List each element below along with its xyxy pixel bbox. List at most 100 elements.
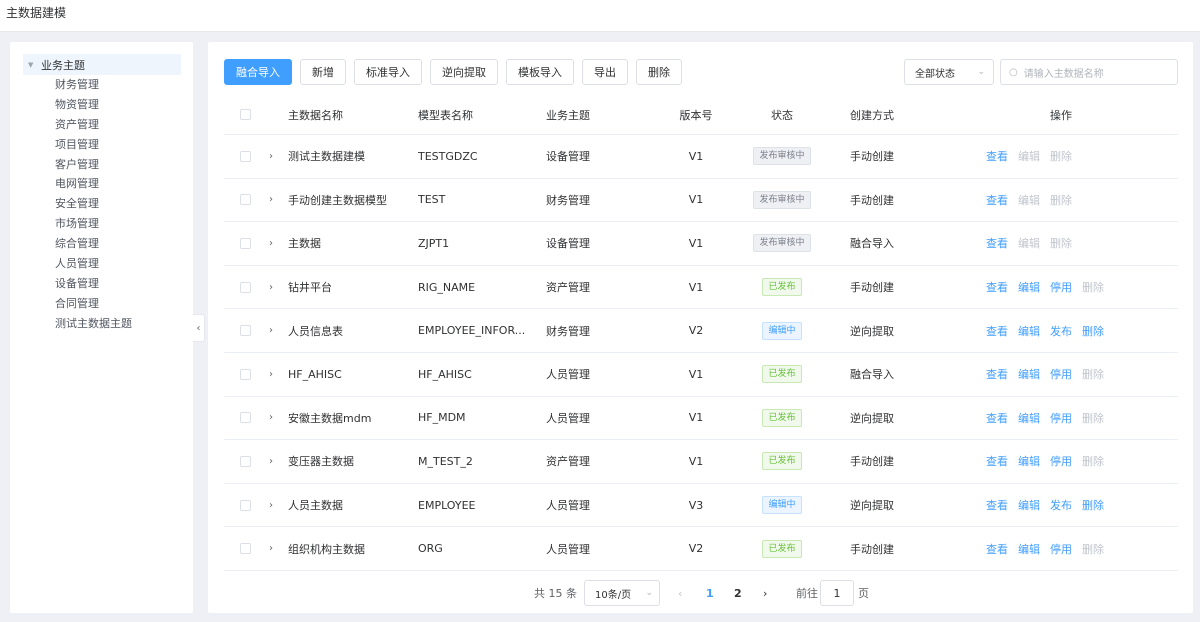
row-create-method: 融合导入 — [850, 237, 894, 251]
expand-row-icon[interactable]: › — [269, 282, 273, 293]
pagination: 共 15 条 10条/页 ⌄ ‹ 1 2 › 前往 1 页 — [208, 580, 1193, 606]
sidebar-collapse-button[interactable]: ‹ — [193, 314, 205, 342]
publish-link[interactable]: 发布 — [1050, 323, 1072, 339]
publish-link[interactable]: 发布 — [1050, 497, 1072, 513]
status-filter-select[interactable]: 全部状态 ⌄ — [904, 59, 994, 85]
delete-button[interactable]: 删除 — [636, 59, 682, 85]
view-link[interactable]: 查看 — [986, 279, 1008, 295]
row-checkbox[interactable] — [240, 499, 251, 511]
sidebar-item[interactable]: 项目管理 — [10, 135, 193, 155]
disable-link[interactable]: 停用 — [1050, 541, 1072, 557]
row-table-name: EMPLOYEE_INFOR... — [418, 324, 526, 338]
edit-link[interactable]: 编辑 — [1018, 148, 1040, 164]
disable-link[interactable]: 停用 — [1050, 410, 1072, 426]
edit-link[interactable]: 编辑 — [1018, 541, 1040, 557]
edit-link[interactable]: 编辑 — [1018, 235, 1040, 251]
edit-link[interactable]: 编辑 — [1018, 192, 1040, 208]
edit-link[interactable]: 编辑 — [1018, 323, 1040, 339]
edit-link[interactable]: 编辑 — [1018, 410, 1040, 426]
view-link[interactable]: 查看 — [986, 541, 1008, 557]
view-link[interactable]: 查看 — [986, 497, 1008, 513]
status-badge: 已发布 — [762, 452, 802, 471]
expand-row-icon[interactable]: › — [269, 194, 273, 205]
row-checkbox[interactable] — [240, 237, 251, 249]
expand-row-icon[interactable]: › — [269, 151, 273, 162]
tree-root-business-theme[interactable]: ▼ 业务主题 — [23, 54, 181, 75]
sidebar-item[interactable]: 设备管理 — [10, 274, 193, 294]
standard-import-button[interactable]: 标准导入 — [354, 59, 422, 85]
column-header-theme: 业务主题 — [546, 108, 590, 122]
row-status: 已发布 — [746, 452, 818, 471]
sidebar-item[interactable]: 市场管理 — [10, 214, 193, 234]
row-checkbox[interactable] — [240, 325, 251, 337]
view-link[interactable]: 查看 — [986, 192, 1008, 208]
edit-link[interactable]: 编辑 — [1018, 366, 1040, 382]
delete-link[interactable]: 删除 — [1050, 192, 1072, 208]
row-checkbox[interactable] — [240, 194, 251, 206]
edit-link[interactable]: 编辑 — [1018, 497, 1040, 513]
row-checkbox[interactable] — [240, 150, 251, 162]
row-theme: 人员管理 — [546, 499, 590, 513]
row-checkbox[interactable] — [240, 368, 251, 380]
delete-link[interactable]: 删除 — [1082, 541, 1104, 557]
sidebar-item[interactable]: 物资管理 — [10, 95, 193, 115]
sidebar-item[interactable]: 电网管理 — [10, 174, 193, 194]
row-version: V1 — [688, 236, 704, 250]
page-button-1[interactable]: 1 — [706, 580, 714, 606]
sidebar-item[interactable]: 财务管理 — [10, 75, 193, 95]
delete-link[interactable]: 删除 — [1082, 366, 1104, 382]
page-button-2[interactable]: 2 — [734, 580, 742, 606]
expand-row-icon[interactable]: › — [269, 238, 273, 249]
merge-import-button[interactable]: 融合导入 — [224, 59, 292, 85]
goto-page-input[interactable]: 1 — [820, 580, 854, 606]
view-link[interactable]: 查看 — [986, 366, 1008, 382]
delete-link[interactable]: 删除 — [1082, 410, 1104, 426]
delete-link[interactable]: 删除 — [1082, 497, 1104, 513]
row-create-method: 逆向提取 — [850, 324, 894, 338]
row-version: V1 — [688, 193, 704, 207]
expand-row-icon[interactable]: › — [269, 412, 273, 423]
row-checkbox[interactable] — [240, 455, 251, 467]
edit-link[interactable]: 编辑 — [1018, 453, 1040, 469]
sidebar-item[interactable]: 资产管理 — [10, 115, 193, 135]
next-page-button[interactable]: › — [763, 580, 767, 606]
export-button[interactable]: 导出 — [582, 59, 628, 85]
row-checkbox[interactable] — [240, 281, 251, 293]
expand-row-icon[interactable]: › — [269, 369, 273, 380]
view-link[interactable]: 查看 — [986, 323, 1008, 339]
expand-row-icon[interactable]: › — [269, 325, 273, 336]
view-link[interactable]: 查看 — [986, 453, 1008, 469]
template-import-button[interactable]: 模板导入 — [506, 59, 574, 85]
add-button[interactable]: 新增 — [300, 59, 346, 85]
edit-link[interactable]: 编辑 — [1018, 279, 1040, 295]
delete-link[interactable]: 删除 — [1050, 148, 1072, 164]
expand-row-icon[interactable]: › — [269, 543, 273, 554]
prev-page-button[interactable]: ‹ — [678, 580, 682, 606]
page-size-select[interactable]: 10条/页 ⌄ — [584, 580, 660, 606]
row-checkbox[interactable] — [240, 543, 251, 555]
disable-link[interactable]: 停用 — [1050, 279, 1072, 295]
delete-link[interactable]: 删除 — [1082, 279, 1104, 295]
row-checkbox[interactable] — [240, 412, 251, 424]
row-status: 发布审核中 — [746, 190, 818, 209]
delete-link[interactable]: 删除 — [1050, 235, 1072, 251]
sidebar-item[interactable]: 测试主数据主题 — [10, 314, 193, 334]
view-link[interactable]: 查看 — [986, 410, 1008, 426]
sidebar-item[interactable]: 客户管理 — [10, 155, 193, 175]
sidebar-item[interactable]: 合同管理 — [10, 294, 193, 314]
delete-link[interactable]: 删除 — [1082, 323, 1104, 339]
expand-row-icon[interactable]: › — [269, 500, 273, 511]
reverse-extract-button[interactable]: 逆向提取 — [430, 59, 498, 85]
disable-link[interactable]: 停用 — [1050, 366, 1072, 382]
expand-row-icon[interactable]: › — [269, 456, 273, 467]
caret-down-icon[interactable]: ▼ — [28, 61, 36, 69]
search-input[interactable]: ○ 请输入主数据名称 — [1000, 59, 1178, 85]
sidebar-item[interactable]: 人员管理 — [10, 254, 193, 274]
sidebar-item[interactable]: 安全管理 — [10, 194, 193, 214]
view-link[interactable]: 查看 — [986, 235, 1008, 251]
disable-link[interactable]: 停用 — [1050, 453, 1072, 469]
delete-link[interactable]: 删除 — [1082, 453, 1104, 469]
select-all-checkbox[interactable] — [240, 109, 251, 120]
sidebar-item[interactable]: 综合管理 — [10, 234, 193, 254]
view-link[interactable]: 查看 — [986, 148, 1008, 164]
